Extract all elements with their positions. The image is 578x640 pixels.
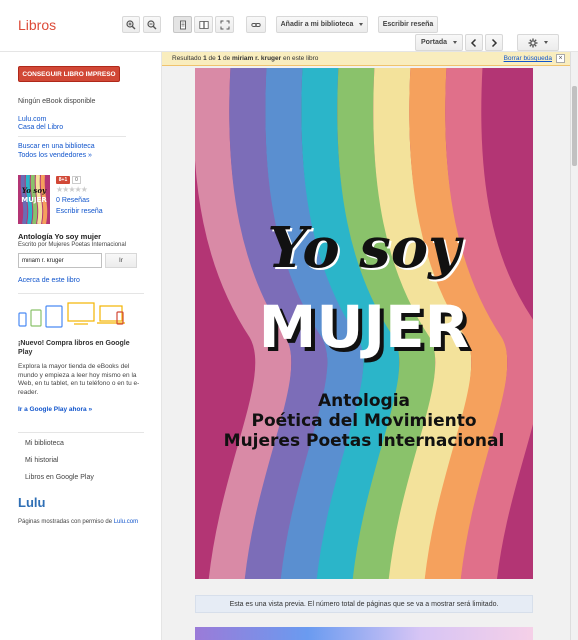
- two-page-icon: [198, 20, 209, 29]
- nav-my-history[interactable]: Mi historial: [25, 457, 58, 464]
- link-button[interactable]: [246, 16, 266, 33]
- notice-query: miriam r. kruger: [232, 55, 282, 62]
- write-review-label: Escribir reseña: [382, 21, 434, 28]
- fullscreen-button[interactable]: [215, 16, 234, 33]
- rating-stars: ★★★★★: [56, 185, 88, 194]
- add-to-library-button[interactable]: Añadir a mi biblioteca: [276, 16, 368, 33]
- google-plus-button[interactable]: 8+1: [56, 176, 70, 184]
- chevron-down-icon: [453, 41, 458, 44]
- chevron-down-icon: [544, 41, 548, 44]
- chevron-left-icon: [470, 38, 477, 47]
- zoom-out-button[interactable]: [143, 16, 161, 33]
- nav-my-library[interactable]: Mi biblioteca: [25, 440, 64, 447]
- zoom-in-button[interactable]: [122, 16, 140, 33]
- permission-link[interactable]: Lulu.com: [114, 519, 138, 525]
- search-go-button[interactable]: Ir: [105, 253, 137, 268]
- seller-casa-del-libro-link[interactable]: Casa del Libro: [18, 124, 63, 131]
- search-result-message: Resultado 1 de 1 de miriam r. kruger en …: [172, 55, 318, 62]
- google-play-link[interactable]: Ir a Google Play ahora »: [18, 406, 92, 413]
- promo-text: Explora la mayor tienda de eBooks del mu…: [18, 363, 140, 396]
- app-title[interactable]: Libros: [18, 17, 56, 33]
- seller-lulu-link[interactable]: Lulu.com: [18, 116, 46, 123]
- permission-prefix: Páginas mostradas con permiso de: [18, 519, 114, 525]
- notice-text: en este libro: [281, 55, 319, 62]
- next-page-preview: [195, 627, 533, 640]
- prev-page-button[interactable]: [465, 34, 483, 51]
- google-plus-count: 0: [72, 176, 81, 184]
- nav-books-google-play[interactable]: Libros en Google Play: [25, 474, 94, 481]
- scrollbar-thumb[interactable]: [572, 86, 577, 166]
- search-library-link[interactable]: Buscar en una biblioteca: [18, 143, 95, 150]
- promo-headline: ¡Nuevo! Compra libros en Google Play: [18, 339, 143, 357]
- search-result-notice: Resultado 1 de 1 de miriam r. kruger en …: [162, 52, 570, 66]
- about-book-link[interactable]: Acerca de este libro: [18, 277, 80, 284]
- clear-search-link[interactable]: Borrar búsqueda: [504, 55, 552, 62]
- write-review-link[interactable]: Escribir reseña: [56, 208, 103, 215]
- single-page-icon: [179, 20, 186, 29]
- reviews-link[interactable]: 0 Reseñas: [56, 197, 89, 204]
- top-toolbar: Libros Añadir a mi biblioteca Escribir r…: [0, 0, 578, 52]
- lulu-logo[interactable]: Lulu: [18, 495, 45, 510]
- chevron-right-icon: [491, 38, 498, 47]
- search-in-book-input[interactable]: [18, 253, 102, 268]
- svg-text:Yo soy: Yo soy: [22, 186, 47, 195]
- divider: [18, 293, 144, 294]
- zoom-in-icon: [126, 19, 136, 29]
- preview-notice: Esta es una vista previa. El número tota…: [195, 595, 533, 613]
- fullscreen-icon: [220, 20, 229, 29]
- single-page-view-button[interactable]: [173, 16, 192, 33]
- book-thumbnail[interactable]: Yo soy MUJER: [18, 175, 50, 224]
- link-icon: [251, 22, 261, 27]
- no-ebook-text: Ningún eBook disponible: [18, 98, 96, 105]
- cover-subtitle-line1: Antologia: [317, 391, 411, 411]
- book-thumbnail-image: Yo soy MUJER: [18, 175, 50, 224]
- get-print-book-button[interactable]: CONSEGUIR LIBRO IMPRESO: [18, 66, 120, 82]
- cover-subtitle-line3: Mujeres Poetas Internacional: [223, 431, 505, 451]
- divider: [18, 432, 144, 433]
- portada-label: Portada: [420, 39, 448, 46]
- permission-text: Páginas mostradas con permiso de Lulu.co…: [18, 519, 138, 525]
- zoom-out-icon: [147, 19, 157, 29]
- notice-text: Resultado: [172, 55, 204, 62]
- chevron-down-icon: [359, 23, 364, 26]
- add-to-library-label: Añadir a mi biblioteca: [280, 21, 354, 28]
- lulu-logo-text: Lulu: [18, 495, 46, 510]
- devices-icon: [18, 302, 125, 328]
- vertical-scrollbar[interactable]: [570, 52, 578, 640]
- notice-text: de: [221, 55, 233, 62]
- svg-text:MUJER: MUJER: [21, 196, 47, 204]
- cover-title-line1: Yo soy: [267, 215, 461, 281]
- book-author: Escrito por Mujeres Poetas Internacional: [18, 242, 127, 248]
- settings-button[interactable]: [517, 34, 559, 51]
- cover-subtitle-line2: Poética del Movimiento: [251, 411, 477, 431]
- all-sellers-link[interactable]: Todos los vendedores »: [18, 152, 92, 159]
- portada-dropdown[interactable]: Portada: [415, 34, 463, 51]
- two-page-view-button[interactable]: [194, 16, 213, 33]
- next-page-button[interactable]: [485, 34, 503, 51]
- write-review-button[interactable]: Escribir reseña: [378, 16, 438, 33]
- promo-new-text: ¡Nuevo! Compra libros en Google Play: [18, 340, 130, 356]
- divider: [18, 136, 126, 137]
- notice-text: de: [206, 55, 218, 62]
- cover-title-line2: MUJER: [258, 293, 470, 361]
- book-cover-page: Yo soy MUJER Antologia Poética del Movim…: [195, 68, 533, 579]
- close-icon[interactable]: ×: [556, 54, 565, 63]
- gear-icon: [528, 38, 538, 47]
- book-title: Antología Yo soy mujer: [18, 232, 102, 241]
